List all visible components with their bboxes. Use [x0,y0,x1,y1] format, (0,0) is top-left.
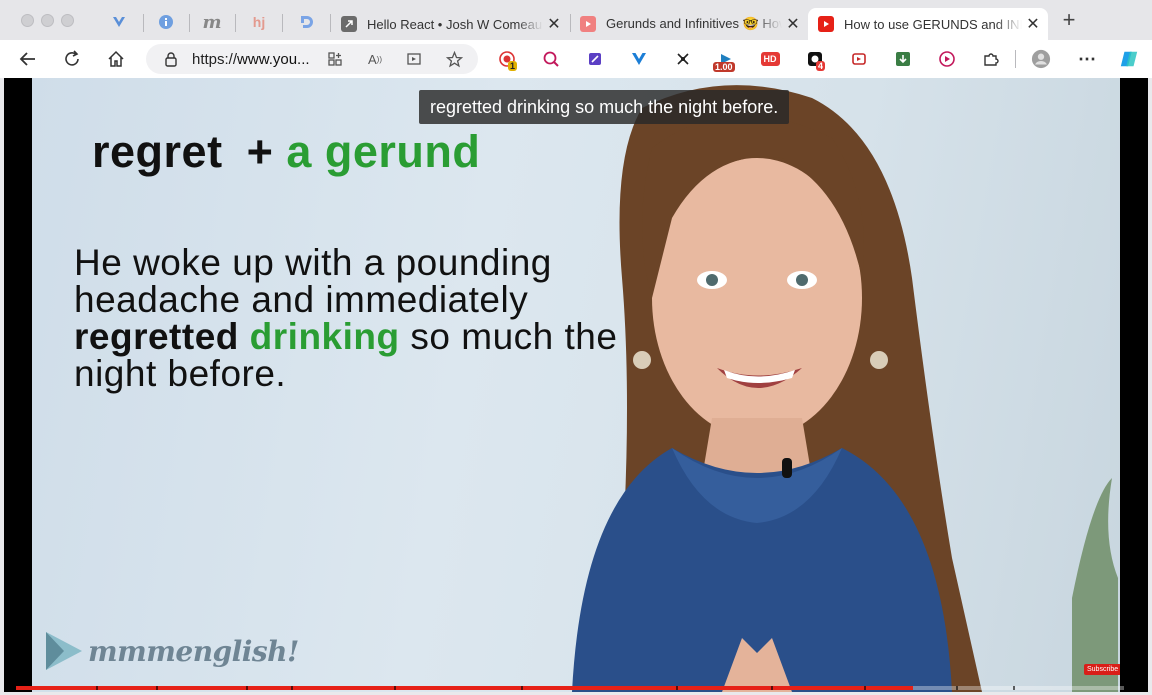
speed-extension-icon[interactable]: 1.00 [713,49,736,72]
tab-separator [189,14,190,32]
chapter-marker [771,686,773,690]
chapter-marker [1013,686,1015,690]
close-icon[interactable]: ✕ [782,14,804,34]
video-caption: regretted drinking so much the night bef… [419,90,790,124]
play-logo-icon [46,632,82,670]
video-player[interactable]: regretted drinking so much the night bef… [4,78,1148,692]
tab-separator [235,14,236,32]
close-icon[interactable]: ✕ [1022,14,1044,34]
chapter-marker [956,686,958,690]
heading-plus: + [246,126,274,177]
logo-text: mmmenglish! [88,634,299,668]
puzzle-icon[interactable] [981,49,1001,69]
heading-word-regret: regret [92,126,223,177]
hj-icon[interactable]: hj [249,12,269,32]
download-extension-icon[interactable] [893,49,913,69]
d-icon[interactable] [296,12,316,32]
pen-extension-icon[interactable] [585,49,605,69]
vercel-extension-icon[interactable] [629,49,649,69]
apps-icon[interactable] [324,48,346,70]
chapter-marker [291,686,293,690]
slide-sentence: He woke up with a pounding headache and … [74,242,618,394]
new-tab-button[interactable]: + [1058,9,1080,32]
sentence-verb: regretted [74,316,239,357]
play-extension-icon[interactable] [937,49,957,69]
slide-heading: regret + a gerund [92,126,480,178]
window-zoom-button[interactable] [61,14,74,27]
record-extension-icon[interactable]: 1 [497,49,518,71]
immersive-reader-icon[interactable] [403,48,425,70]
chapter-marker [246,686,248,690]
tab-hello-react[interactable]: Hello React • Josh W Comeau ✕ [331,8,569,40]
back-icon[interactable] [17,48,39,70]
record-app-extension-icon[interactable]: 4 [805,49,826,71]
read-aloud-icon[interactable]: A)) [364,48,386,70]
chapter-marker [676,686,678,690]
sentence-gerund: drinking [249,316,400,357]
browser-toolbar: https://www.you... A)) 1 1.00 HD 4 ⋯ [0,40,1152,78]
youtube-icon [580,16,596,32]
lock-icon[interactable] [160,48,182,70]
heading-word-gerund: a gerund [286,126,481,177]
hd-extension-icon[interactable]: HD [760,49,780,69]
tab-title: Hello React • Josh W Comeau [367,16,543,32]
speed-badge: 1.00 [713,62,735,72]
tab-gerunds-infinitives[interactable]: Gerunds and Infinitives 🤓 How ✕ [570,8,808,40]
extension-badge: 1 [508,61,518,71]
progress-played [16,686,914,690]
subscribe-watermark[interactable]: Subscribe [1084,664,1120,675]
tab-title: Gerunds and Infinitives 🤓 How [606,16,782,31]
video-frame: regretted drinking so much the night bef… [32,78,1120,692]
tab-title: How to use GERUNDS and INFINITIVES [844,16,1022,32]
search-extension-icon[interactable] [541,49,561,69]
extension-badge: 4 [816,61,826,71]
clip-extension-icon[interactable] [849,49,869,69]
channel-logo: mmmenglish! [44,630,299,672]
toolbar-separator [1015,50,1016,68]
home-icon[interactable] [105,48,127,70]
window-close-button[interactable] [21,14,34,27]
progress-bar[interactable] [16,686,1124,690]
reload-icon[interactable] [61,48,83,70]
tab-strip: m hj Hello React • Josh W Comeau ✕ Gerun… [0,0,1152,42]
chapter-marker [156,686,158,690]
dots-extension-icon[interactable] [673,49,693,69]
vercel-icon[interactable] [109,12,129,32]
address-bar[interactable]: https://www.you... A)) [146,44,478,74]
tab-separator [143,14,144,32]
close-icon[interactable]: ✕ [543,14,565,34]
window-minimize-button[interactable] [41,14,54,27]
m-icon[interactable]: m [202,12,222,33]
star-icon[interactable] [443,48,465,70]
youtube-icon [818,16,834,32]
tab-gerunds-infinitives-active[interactable]: How to use GERUNDS and INFINITIVES ✕ [808,8,1048,40]
tab-separator [282,14,283,32]
copilot-icon[interactable] [1119,49,1139,69]
chapter-marker [394,686,396,690]
more-menu-icon[interactable]: ⋯ [1077,49,1097,69]
profile-avatar[interactable] [1031,49,1051,69]
url-text[interactable]: https://www.you... [192,51,310,68]
info-icon[interactable] [156,12,176,32]
arrow-external-icon [341,16,357,32]
chapter-marker [96,686,98,690]
chapter-marker [521,686,523,690]
chapter-marker [864,686,866,690]
